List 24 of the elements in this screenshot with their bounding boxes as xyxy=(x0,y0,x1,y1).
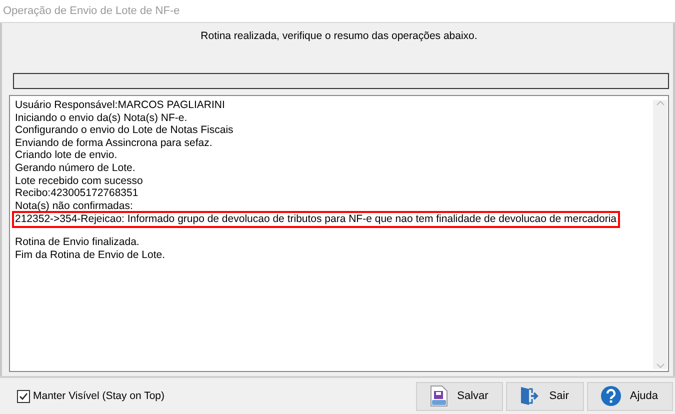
help-icon xyxy=(600,385,622,407)
scroll-down-icon[interactable] xyxy=(656,363,664,369)
log-line: Recibo:423005172768351 xyxy=(14,187,140,200)
log-line: Fim da Rotina de Envio de Lote. xyxy=(14,248,166,262)
log-line: Usuário Responsável:MARCOS PAGLIARINI xyxy=(14,99,226,112)
log-line: Rotina de Envio finalizada. xyxy=(14,236,140,249)
log-line: Enviando de forma Assincrona para sefaz. xyxy=(14,136,214,150)
save-file-icon xyxy=(429,385,450,407)
help-button[interactable]: Ajuda xyxy=(586,382,673,410)
exit-button[interactable]: Sair xyxy=(506,382,584,410)
scrollbar[interactable] xyxy=(653,100,667,369)
highlighted-log-line: 212352->354-Rejeicao: Informado grupo de devolucao de tributos para NF-e que nao tem finalidade de devolucao de mercadoria xyxy=(14,213,618,226)
checkmark-icon xyxy=(19,392,28,400)
save-button[interactable]: Salvar xyxy=(416,382,504,410)
log-line: Configurando o envio do Lote de Notas Fiscais xyxy=(14,124,234,137)
log-line: Criando lote de envio. xyxy=(14,149,118,162)
log-line: Iniciando o envio da(s) Nota(s) NF-e. xyxy=(14,112,188,124)
window-title: Operação de Envio de Lote de NF-e xyxy=(3,5,180,17)
log-line: Gerando número de Lote. xyxy=(14,162,136,175)
status-message: Rotina realizada, verifique o resumo das operações abaixo. xyxy=(200,30,478,42)
scroll-up-icon[interactable] xyxy=(656,100,664,106)
stay-on-top-checkbox[interactable]: Manter Visível (Stay on Top) xyxy=(17,390,165,402)
log-line: Lote recebido com sucesso xyxy=(14,174,144,188)
log-line: Nota(s) não confirmadas: xyxy=(14,200,134,212)
